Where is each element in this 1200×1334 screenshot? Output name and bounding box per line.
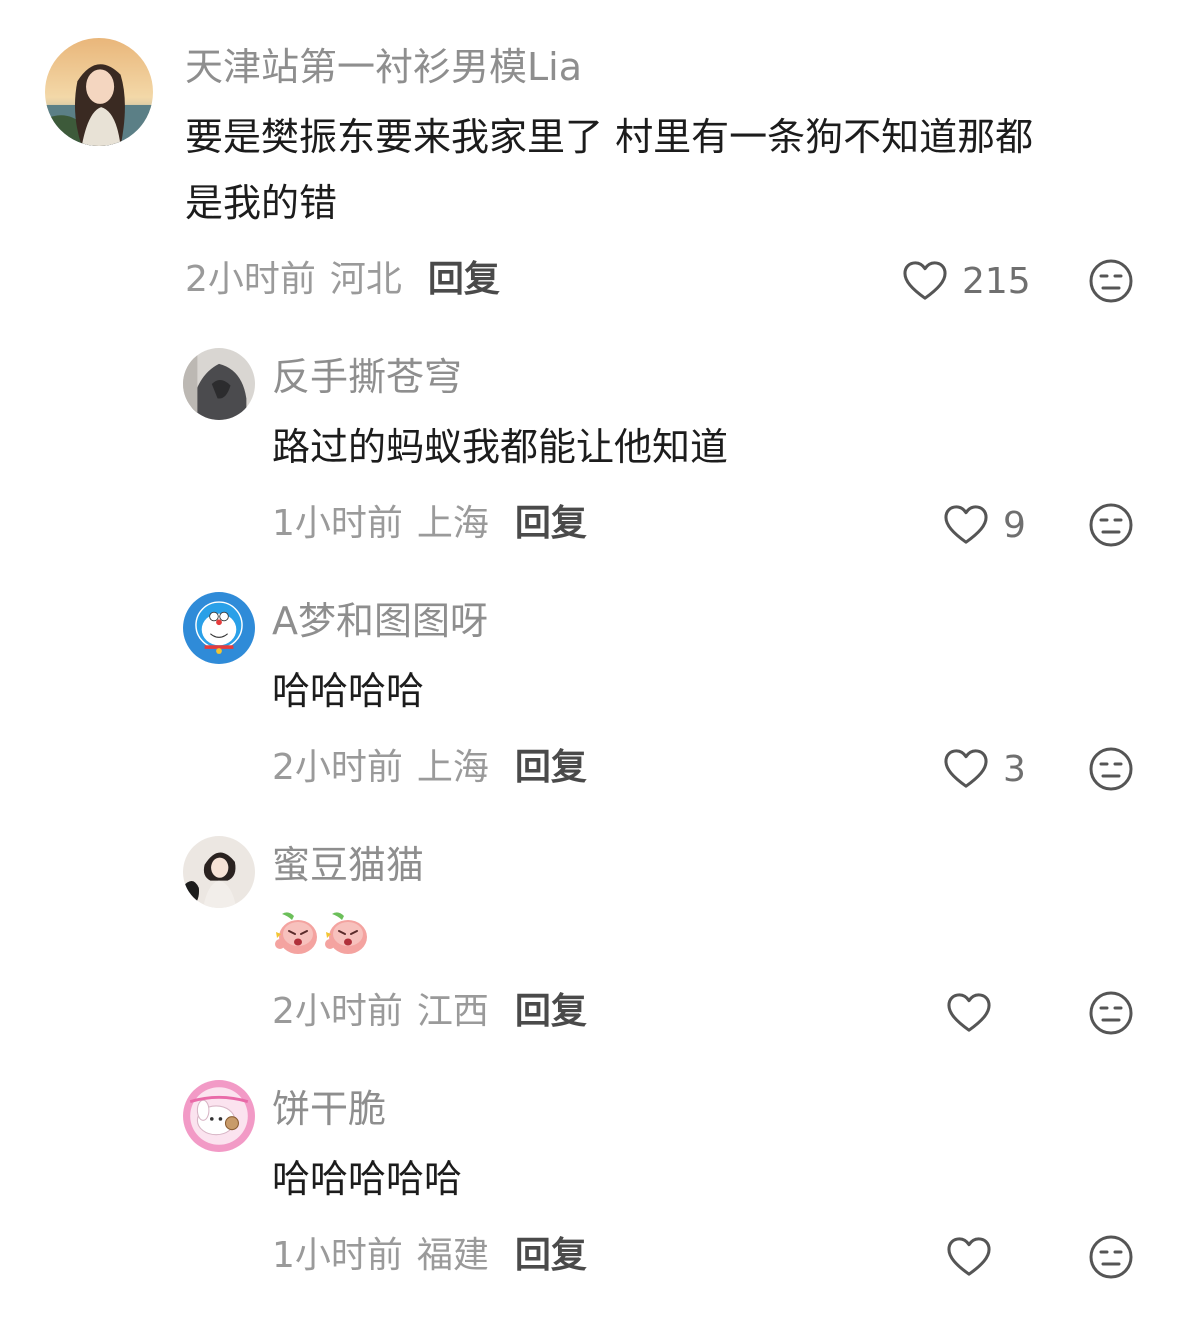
timestamp: 2小时前 <box>185 259 316 300</box>
timestamp: 2小时前 <box>272 747 403 788</box>
angry-peach-sticker <box>275 912 317 954</box>
avatar-image <box>183 836 255 908</box>
comment-text: 路过的蚂蚁我都能让他知道 <box>272 425 729 469</box>
comment-meta: 1小时前 福建 回复 <box>272 1234 587 1278</box>
like-button[interactable] <box>946 1232 992 1282</box>
heart-outline-icon <box>944 749 988 788</box>
location: 河北 <box>329 259 402 300</box>
like-count: 9 <box>1003 504 1026 546</box>
meh-face-icon[interactable] <box>1088 990 1134 1036</box>
username[interactable]: A梦和图图呀 <box>272 598 488 644</box>
reply-button[interactable]: 回复 <box>428 259 500 300</box>
meh-face-icon[interactable] <box>1088 258 1134 304</box>
avatar[interactable] <box>183 1080 255 1152</box>
meh-face-icon[interactable] <box>1088 502 1134 548</box>
like-count: 215 <box>962 260 1031 302</box>
avatar-image <box>183 1080 255 1152</box>
location: 上海 <box>416 747 489 788</box>
like-button[interactable]: 215 <box>902 256 1031 306</box>
like-button[interactable]: 3 <box>943 744 1026 794</box>
avatar-image <box>183 348 255 420</box>
comment-text-line-1: 要是樊振东要来我家里了 村里有一条狗不知道那都 <box>185 115 1034 159</box>
avatar[interactable] <box>183 348 255 420</box>
like-count: 3 <box>1003 748 1026 790</box>
comment-text-line-2: 是我的错 <box>185 181 338 225</box>
heart-outline-icon <box>947 1237 991 1276</box>
comment-meta: 2小时前 上海 回复 <box>272 746 587 790</box>
avatar-image <box>45 38 153 146</box>
location: 上海 <box>416 503 489 544</box>
comment-meta: 2小时前 江西 回复 <box>272 990 587 1034</box>
reply-button[interactable]: 回复 <box>515 503 587 544</box>
username[interactable]: 蜜豆猫猫 <box>272 842 424 888</box>
username[interactable]: 反手撕苍穹 <box>272 354 462 400</box>
reply-button[interactable]: 回复 <box>515 991 587 1032</box>
comment-meta: 2小时前 河北 回复 <box>185 258 500 302</box>
meh-face-icon[interactable] <box>1088 1234 1134 1280</box>
heart-outline-icon <box>903 261 947 300</box>
reply-button[interactable]: 回复 <box>515 1235 587 1276</box>
heart-outline-icon <box>944 505 988 544</box>
location: 江西 <box>416 991 489 1032</box>
comment-text: 哈哈哈哈哈 <box>272 1157 463 1201</box>
avatar-image <box>183 592 255 664</box>
timestamp: 1小时前 <box>272 1235 403 1276</box>
location: 福建 <box>416 1235 489 1276</box>
heart-outline-icon <box>947 993 991 1032</box>
avatar[interactable] <box>45 38 153 146</box>
timestamp: 2小时前 <box>272 991 403 1032</box>
angry-peach-sticker <box>325 912 367 954</box>
like-button[interactable] <box>946 988 992 1038</box>
username[interactable]: 天津站第一衬衫男模Lia <box>185 44 582 90</box>
comment-text: 哈哈哈哈 <box>272 669 425 713</box>
meh-face-icon[interactable] <box>1088 746 1134 792</box>
comment-meta: 1小时前 上海 回复 <box>272 502 587 546</box>
like-button[interactable]: 9 <box>943 500 1026 550</box>
timestamp: 1小时前 <box>272 503 403 544</box>
avatar[interactable] <box>183 592 255 664</box>
username[interactable]: 饼干脆 <box>272 1086 386 1132</box>
reply-button[interactable]: 回复 <box>515 747 587 788</box>
avatar[interactable] <box>183 836 255 908</box>
